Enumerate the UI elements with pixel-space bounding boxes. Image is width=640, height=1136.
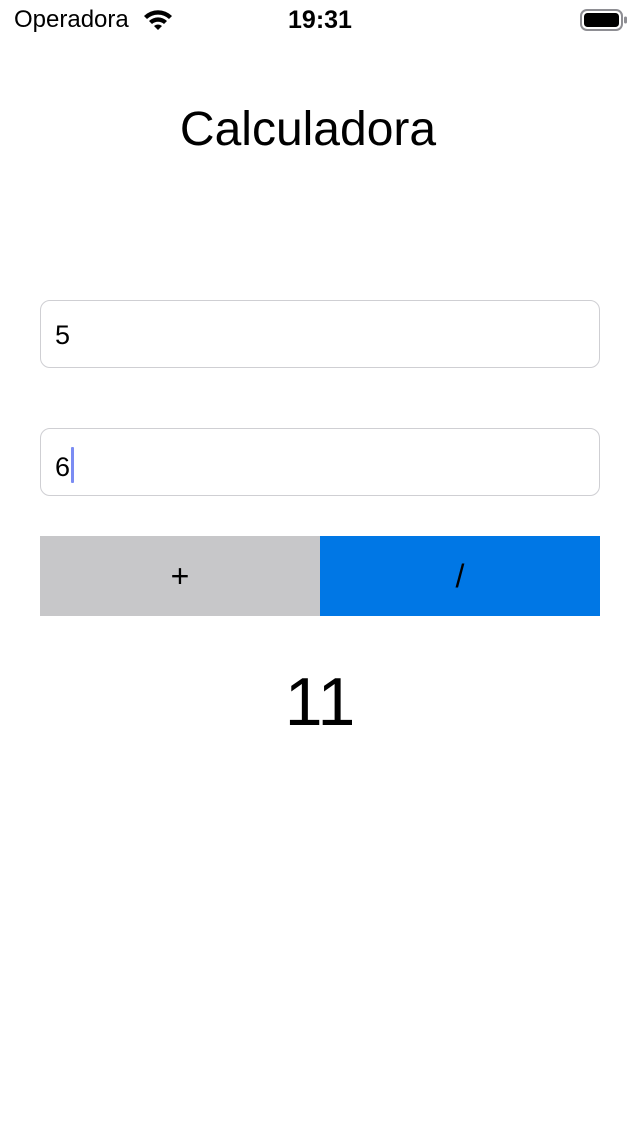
divide-button[interactable]: /: [320, 536, 600, 616]
add-button-label: +: [170, 557, 190, 594]
battery-icon: [580, 8, 628, 32]
second-number-wrapper: 6: [55, 447, 75, 483]
add-button[interactable]: +: [40, 536, 320, 616]
first-number-value: 5: [55, 320, 71, 350]
divide-button-label: /: [455, 557, 465, 594]
second-number-field[interactable]: 6: [40, 428, 600, 496]
status-time: 19:31: [288, 6, 352, 34]
first-number-field[interactable]: 5: [40, 300, 600, 368]
page-title: Calculadora: [179, 103, 437, 156]
text-cursor: [71, 447, 75, 483]
second-number-value: 6: [55, 452, 71, 482]
status-bar: Operadora 19:31: [0, 0, 640, 40]
result-label: 11: [284, 664, 356, 740]
